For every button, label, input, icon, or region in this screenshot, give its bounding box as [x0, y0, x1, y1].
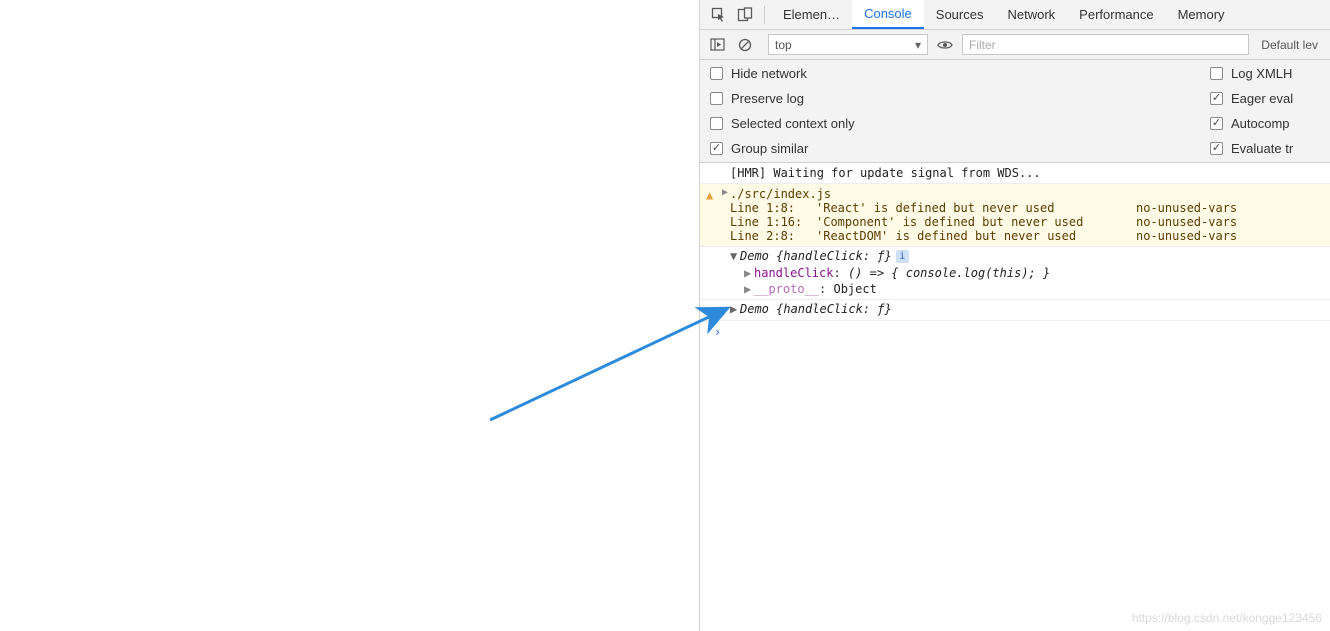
disclosure-triangle-down-icon[interactable]: ▼ — [730, 249, 740, 263]
execution-context-select[interactable]: top ▾ — [768, 34, 928, 55]
opt-selected-context[interactable]: Selected context only — [710, 116, 1210, 131]
opt-eager-eval[interactable]: Eager eval — [1210, 91, 1320, 106]
warning-icon: ▲ — [706, 188, 713, 202]
opt-group-similar[interactable]: Group similar — [710, 141, 1210, 156]
disclosure-triangle-icon[interactable]: ▶ — [744, 266, 754, 280]
tab-network[interactable]: Network — [995, 0, 1067, 29]
log-levels-select[interactable]: Default lev — [1255, 38, 1324, 52]
device-toggle-icon[interactable] — [732, 2, 758, 28]
watermark: https://blog.csdn.net/kongge123456 — [1132, 611, 1322, 625]
tab-sources[interactable]: Sources — [924, 0, 996, 29]
opt-preserve-log[interactable]: Preserve log — [710, 91, 1210, 106]
info-badge-icon[interactable]: i — [896, 250, 909, 263]
tab-console[interactable]: Console — [852, 0, 924, 29]
page-content-pane — [0, 0, 700, 631]
inspect-icon[interactable] — [706, 2, 732, 28]
disclosure-triangle-icon[interactable]: ▶ — [722, 187, 728, 198]
console-log-area[interactable]: [HMR] Waiting for update signal from WDS… — [700, 163, 1330, 631]
console-toolbar: top ▾ Default lev — [700, 30, 1330, 60]
log-object-collapsed[interactable]: ▶Demo {handleClick: ƒ} — [700, 300, 1330, 318]
console-sidebar-toggle-icon[interactable] — [706, 34, 728, 56]
console-prompt[interactable] — [700, 321, 1330, 329]
object-property-proto[interactable]: ▶__proto__: Object — [744, 281, 1330, 297]
log-object-expanded[interactable]: ▼Demo {handleClick: ƒ}i — [700, 247, 1330, 265]
tab-performance[interactable]: Performance — [1067, 0, 1165, 29]
context-label: top — [775, 38, 792, 52]
warning-file: ./src/index.js — [730, 187, 831, 201]
opt-log-xmlhttp[interactable]: Log XMLH — [1210, 66, 1320, 81]
disclosure-triangle-icon[interactable]: ▶ — [730, 302, 740, 316]
devtools-tabs: Elemen… Console Sources Network Performa… — [771, 0, 1237, 29]
object-properties: ▶handleClick: () => { console.log(this);… — [700, 265, 1330, 297]
log-message[interactable]: [HMR] Waiting for update signal from WDS… — [700, 163, 1330, 184]
console-settings: Hide network Preserve log Selected conte… — [700, 60, 1330, 163]
devtools-panel: Elemen… Console Sources Network Performa… — [700, 0, 1330, 631]
chevron-down-icon: ▾ — [915, 38, 921, 52]
console-filter-input[interactable] — [962, 34, 1249, 55]
opt-hide-network[interactable]: Hide network — [710, 66, 1210, 81]
separator — [764, 6, 765, 24]
tab-memory[interactable]: Memory — [1166, 0, 1237, 29]
object-property[interactable]: ▶handleClick: () => { console.log(this);… — [744, 265, 1330, 281]
opt-autocomplete[interactable]: Autocomp — [1210, 116, 1320, 131]
live-expression-icon[interactable] — [934, 34, 956, 56]
disclosure-triangle-icon[interactable]: ▶ — [744, 282, 754, 296]
tab-elements[interactable]: Elemen… — [771, 0, 852, 29]
log-warning[interactable]: ▲ ▶ ./src/index.js Line 1:8:'React' is d… — [700, 184, 1330, 247]
clear-console-icon[interactable] — [734, 34, 756, 56]
devtools-tabs-bar: Elemen… Console Sources Network Performa… — [700, 0, 1330, 30]
opt-evaluate-trigger[interactable]: Evaluate tr — [1210, 141, 1320, 156]
